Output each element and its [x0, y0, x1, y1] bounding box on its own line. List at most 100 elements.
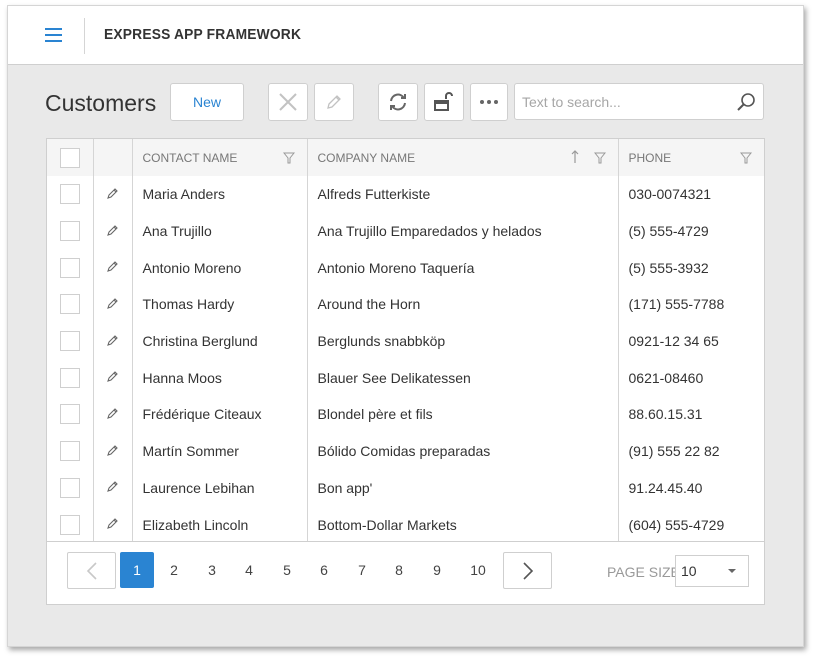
select-all-checkbox[interactable]: [60, 147, 80, 168]
column-header-contact-name[interactable]: CONTACT NAME: [132, 139, 308, 176]
page-title: Customers: [45, 90, 157, 116]
row-checkbox[interactable]: [60, 404, 80, 425]
table-row[interactable]: Christina Berglund Berglunds snabbköp 0921…: [47, 322, 764, 360]
row-checkbox[interactable]: [60, 514, 80, 535]
page-number-2[interactable]: 2: [157, 552, 191, 588]
edit-row-icon[interactable]: [106, 443, 120, 457]
company-name-cell[interactable]: Berglunds snabbköp: [307, 322, 619, 360]
next-page-button[interactable]: [503, 552, 552, 589]
row-checkbox[interactable]: [60, 477, 80, 498]
search-icon[interactable]: [735, 91, 757, 113]
contact-name-cell[interactable]: Ana Trujillo: [132, 212, 308, 250]
contact-name-cell[interactable]: Martín Sommer: [132, 432, 308, 470]
contact-name-cell[interactable]: Hanna Moos: [132, 359, 308, 397]
row-select-cell: [47, 176, 94, 213]
table-row[interactable]: Martín Sommer Bólido Comidas preparadas (9…: [47, 432, 764, 470]
row-checkbox[interactable]: [60, 221, 80, 242]
table-row[interactable]: Frédérique Citeaux Blondel père et fils 88…: [47, 396, 764, 433]
phone-cell[interactable]: 91.24.45.40: [618, 470, 764, 507]
page-number-8[interactable]: 8: [382, 552, 416, 588]
edit-row-icon[interactable]: [106, 333, 120, 347]
sort-ascending-icon[interactable]: [570, 150, 580, 164]
row-checkbox[interactable]: [60, 257, 80, 278]
row-checkbox[interactable]: [60, 441, 80, 462]
contact-name-cell[interactable]: Christina Berglund: [132, 322, 308, 360]
phone-cell[interactable]: (604) 555-4729: [618, 506, 764, 543]
phone-cell[interactable]: (91) 555 22 82: [618, 433, 764, 470]
app-title: EXPRESS APP FRAMEWORK: [104, 26, 302, 43]
table-row[interactable]: Hanna Moos Blauer See Delikatessen 0621-08…: [47, 359, 764, 397]
company-name-cell[interactable]: Blondel père et fils: [307, 396, 619, 433]
page-size-select[interactable]: 10: [675, 555, 749, 587]
phone-cell[interactable]: 0621-08460: [618, 359, 764, 396]
edit-row-icon[interactable]: [106, 296, 120, 310]
header-row: CONTACT NAME COMPANY NAME PHONE: [47, 139, 764, 176]
hamburger-menu-button[interactable]: [42, 26, 64, 46]
edit-row-icon[interactable]: [106, 259, 120, 273]
page-number-1[interactable]: 1: [120, 552, 154, 588]
edit-row-icon[interactable]: [106, 186, 120, 200]
row-checkbox[interactable]: [60, 184, 80, 205]
edit-row-icon[interactable]: [106, 223, 120, 237]
company-name-cell[interactable]: Blauer See Delikatessen: [307, 359, 619, 397]
edit-button[interactable]: [314, 83, 354, 121]
previous-page-button[interactable]: [67, 552, 116, 589]
phone-cell[interactable]: (171) 555-7788: [618, 286, 764, 323]
page-number-5[interactable]: 5: [270, 552, 304, 588]
app-window: EXPRESS APP FRAMEWORK Customers New CONT…: [7, 5, 804, 647]
phone-cell[interactable]: 0921-12 34 65: [618, 323, 764, 360]
company-name-cell[interactable]: Bon app': [307, 469, 619, 507]
filter-icon[interactable]: [740, 152, 752, 164]
phone-cell[interactable]: 88.60.15.31: [618, 396, 764, 433]
table-row[interactable]: Elizabeth Lincoln Bottom-Dollar Markets (6…: [47, 506, 764, 543]
filter-icon[interactable]: [282, 152, 295, 164]
edit-row-icon[interactable]: [106, 369, 120, 383]
contact-name-cell[interactable]: Maria Anders: [132, 176, 308, 213]
column-header-company-name[interactable]: COMPANY NAME: [307, 139, 619, 176]
page-number-7[interactable]: 7: [345, 552, 379, 588]
refresh-button[interactable]: [378, 83, 418, 121]
page-number-3[interactable]: 3: [195, 552, 229, 588]
company-name-cell[interactable]: Antonio Moreno Taquería: [307, 249, 619, 287]
row-select-cell: [47, 212, 94, 250]
row-checkbox[interactable]: [60, 294, 80, 315]
filter-icon[interactable]: [593, 152, 606, 164]
contact-name-cell[interactable]: Thomas Hardy: [132, 286, 308, 323]
table-row[interactable]: Ana Trujillo Ana Trujillo Emparedados y h…: [47, 212, 764, 250]
phone-cell[interactable]: 030-0074321: [618, 176, 764, 213]
new-button[interactable]: New: [170, 83, 244, 121]
company-name-cell[interactable]: Around the Horn: [307, 286, 619, 323]
lock-layout-button[interactable]: [424, 83, 464, 121]
page-number-4[interactable]: 4: [232, 552, 266, 588]
edit-row-icon[interactable]: [106, 516, 120, 530]
phone-cell[interactable]: (5) 555-3932: [618, 249, 764, 286]
edit-icon: [327, 95, 341, 109]
company-name-cell[interactable]: Ana Trujillo Emparedados y helados: [307, 212, 619, 250]
company-name-cell[interactable]: Bottom-Dollar Markets: [307, 506, 619, 543]
search-input[interactable]: [522, 84, 732, 119]
contact-name-cell[interactable]: Antonio Moreno: [132, 249, 308, 287]
company-name-cell[interactable]: Alfreds Futterkiste: [307, 176, 619, 213]
contact-name-cell[interactable]: Elizabeth Lincoln: [132, 506, 308, 543]
page-number-10[interactable]: 10: [461, 552, 495, 588]
page-number-9[interactable]: 9: [420, 552, 454, 588]
table-row[interactable]: Thomas Hardy Around the Horn (171) 555-778…: [47, 286, 764, 323]
row-checkbox[interactable]: [60, 331, 80, 352]
edit-row-icon[interactable]: [106, 479, 120, 493]
edit-row-icon[interactable]: [106, 406, 120, 420]
row-checkbox[interactable]: [60, 367, 80, 388]
delete-button[interactable]: [268, 83, 308, 121]
table-row[interactable]: Laurence Lebihan Bon app' 91.24.45.40: [47, 469, 764, 507]
grid-body: Maria Anders Alfreds Futterkiste 030-00743…: [47, 176, 764, 543]
contact-name-cell[interactable]: Laurence Lebihan: [132, 469, 308, 507]
table-row[interactable]: Antonio Moreno Antonio Moreno Taquería (5)…: [47, 249, 764, 287]
more-button[interactable]: [470, 83, 508, 121]
column-header-phone[interactable]: PHONE: [618, 139, 764, 176]
select-all-header: [47, 139, 94, 176]
table-row[interactable]: Maria Anders Alfreds Futterkiste 030-00743…: [47, 176, 764, 213]
row-edit-cell: [93, 286, 133, 323]
contact-name-cell[interactable]: Frédérique Citeaux: [132, 396, 308, 433]
page-number-6[interactable]: 6: [307, 552, 341, 588]
company-name-cell[interactable]: Bólido Comidas preparadas: [307, 432, 619, 470]
phone-cell[interactable]: (5) 555-4729: [618, 213, 764, 250]
